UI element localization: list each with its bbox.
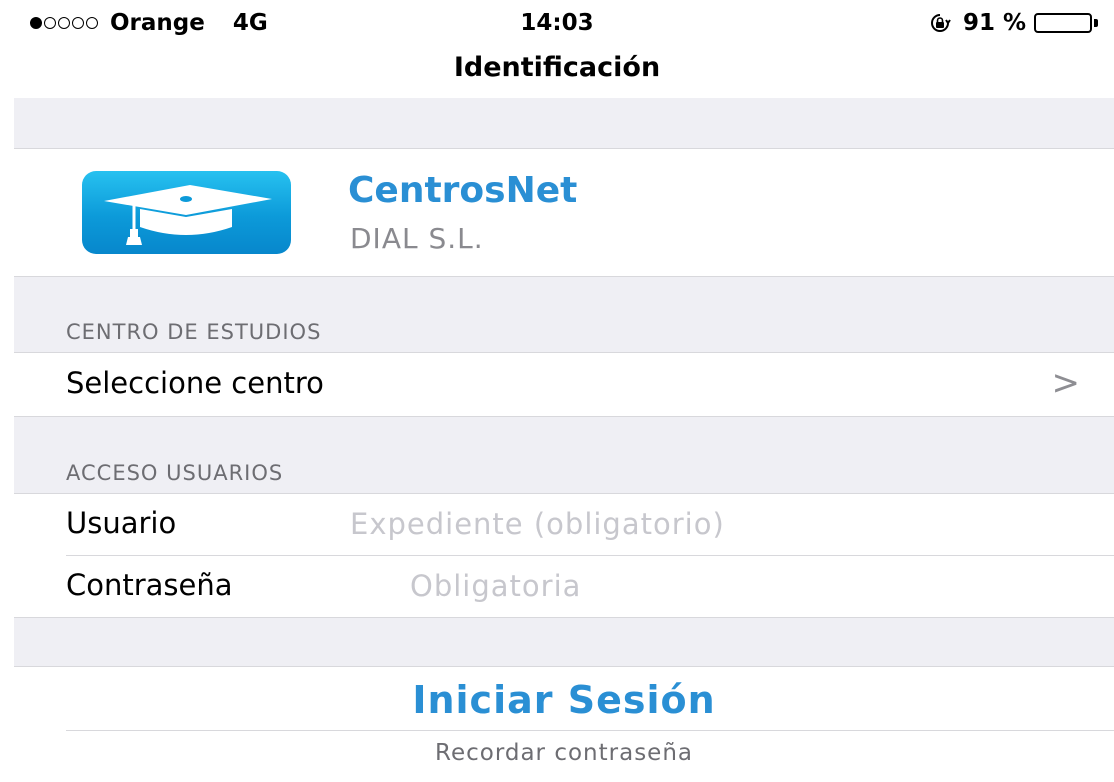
username-input[interactable] — [350, 502, 1050, 546]
password-input[interactable] — [410, 564, 1050, 608]
login-screen: Orange 4G 14:03 91 % Identificación Cent… — [0, 0, 1114, 782]
app-company: DIAL S.L. — [350, 222, 484, 255]
section-header-acceso: ACCESO USUARIOS — [66, 461, 284, 485]
battery-icon — [1034, 13, 1100, 33]
graduation-cap-icon — [82, 171, 291, 254]
select-center-label[interactable]: Seleccione centro — [66, 366, 324, 400]
section-header-centro: CENTRO DE ESTUDIOS — [66, 320, 322, 344]
page-title: Identificación — [453, 52, 661, 83]
status-right: 91 % — [929, 10, 1100, 36]
login-button[interactable]: Iniciar Sesión — [14, 672, 1114, 728]
rotation-lock-icon — [929, 12, 951, 34]
section-spacer — [14, 98, 1114, 148]
status-bar: Orange 4G 14:03 91 % — [0, 0, 1114, 46]
divider — [66, 730, 1114, 731]
chevron-right-icon[interactable]: > — [1052, 363, 1081, 403]
battery-percentage: 91 % — [962, 10, 1026, 36]
password-label: Contraseña — [66, 568, 233, 602]
remember-password-link[interactable]: Recordar contraseña — [14, 740, 1114, 766]
app-name: CentrosNet — [348, 170, 578, 211]
username-label: Usuario — [66, 506, 177, 540]
section-spacer — [14, 618, 1114, 666]
